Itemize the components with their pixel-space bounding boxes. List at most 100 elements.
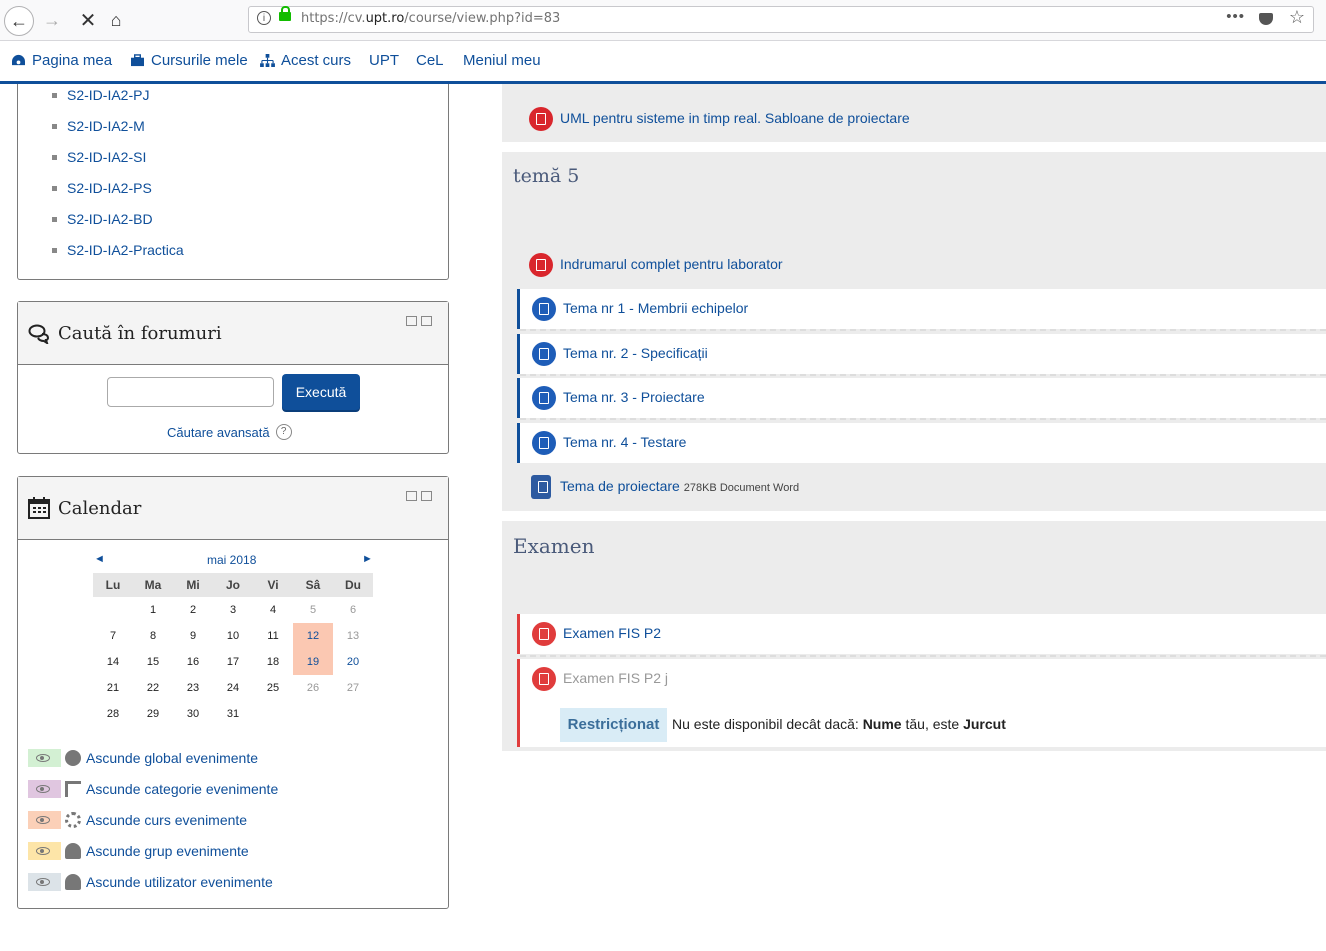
course-link[interactable]: S2-ID-IA2-BD — [52, 211, 153, 227]
activity-tema-proiectare[interactable]: Tema de proiectare 278KB Document Word — [517, 467, 1326, 507]
legend-group[interactable]: Ascunde grup evenimente — [28, 841, 249, 861]
advanced-search-link[interactable]: Căutare avansată ? — [167, 424, 292, 440]
weekday-header: Du — [333, 573, 373, 597]
legend-label[interactable]: Ascunde global evenimente — [86, 750, 258, 766]
activity-tema-1[interactable]: Tema nr 1 - Membrii echipelor — [517, 289, 1326, 329]
block-header: Calendar — [18, 477, 448, 540]
advanced-search-label: Căutare avansată — [167, 424, 270, 440]
category-tree-icon — [65, 781, 81, 797]
calendar-day-event[interactable]: 12 — [293, 623, 333, 649]
nav-acest-curs[interactable]: Acest curs — [260, 52, 351, 69]
calendar-day — [293, 701, 333, 727]
url-text[interactable]: https://cv.upt.ro/course/view.php?id=83 — [301, 11, 560, 26]
activity-name-restricted: Examen FIS P2 j — [563, 670, 669, 686]
legend-label[interactable]: Ascunde categorie evenimente — [86, 781, 278, 797]
course-link[interactable]: S2-ID-IA2-PS — [52, 180, 152, 196]
minimize-icon[interactable] — [406, 491, 417, 501]
activity-tema-4[interactable]: Tema nr. 4 - Testare — [517, 423, 1326, 463]
activity-uml[interactable]: UML pentru sisteme in timp real. Sabloan… — [517, 99, 1326, 139]
calendar-day: 25 — [266, 682, 280, 694]
next-month-arrow[interactable]: ► — [362, 553, 373, 565]
nav-pagina-mea[interactable]: Pagina mea — [11, 52, 112, 69]
activity-link[interactable]: Tema de proiectare 278KB Document Word — [560, 478, 799, 494]
legend-label[interactable]: Ascunde grup evenimente — [86, 843, 249, 859]
nav-label: Meniul meu — [463, 52, 541, 69]
activity-link[interactable]: Tema nr. 4 - Testare — [563, 434, 686, 450]
prev-month-arrow[interactable]: ◄ — [94, 553, 105, 565]
legend-label[interactable]: Ascunde curs evenimente — [86, 812, 247, 828]
eye-icon[interactable] — [28, 749, 61, 767]
forward-button[interactable]: → — [38, 6, 66, 34]
nav-label: CeL — [416, 52, 444, 69]
nav-meniul-meu[interactable]: Meniul meu — [463, 52, 541, 69]
activity-indrumar[interactable]: Indrumarul complet pentru laborator — [517, 245, 1326, 285]
calendar-day: 31 — [226, 708, 240, 720]
search-forums-block: Caută în forumuri Execută Căutare avansa… — [17, 301, 449, 454]
word-document-icon — [531, 475, 551, 499]
calendar-week-row: 28 29 30 31 — [93, 701, 373, 727]
calendar-day: 27 — [346, 682, 360, 694]
separator — [520, 418, 1326, 420]
calendar-day: 7 — [109, 630, 117, 642]
calendar-day: 1 — [149, 604, 157, 616]
assignment-icon — [532, 342, 556, 366]
activity-link[interactable]: Examen FIS P2 — [563, 625, 661, 641]
restricted-badge: Restricționat — [560, 708, 667, 742]
eye-icon[interactable] — [28, 873, 61, 891]
calendar-day: 10 — [226, 630, 240, 642]
page-actions-button[interactable]: ••• — [1226, 8, 1245, 25]
search-button[interactable]: Execută — [282, 374, 360, 410]
course-link[interactable]: S2-ID-IA2-Practica — [52, 242, 184, 258]
home-button[interactable]: ⌂ — [102, 6, 130, 34]
site-navbar: Pagina mea Cursurile mele Acest curs UPT… — [0, 41, 1326, 84]
calendar-weekday-row: Lu Ma Mi Jo Vi Sâ Du — [93, 573, 373, 597]
stop-button[interactable]: ✕ — [74, 6, 102, 34]
restriction-field: Nume — [862, 716, 902, 732]
activity-link[interactable]: Tema nr. 2 - Specificații — [563, 345, 708, 361]
calendar-day-today[interactable]: 20 — [333, 649, 373, 675]
eye-icon[interactable] — [28, 811, 61, 829]
quiz-icon — [532, 622, 556, 646]
pocket-icon[interactable] — [1259, 13, 1273, 25]
calendar-block: Calendar ◄ mai 2018 ► Lu Ma Mi Jo Vi Sâ … — [17, 476, 449, 909]
nav-cursurile-mele[interactable]: Cursurile mele — [130, 52, 248, 69]
course-link[interactable]: S2-ID-IA2-PJ — [51, 87, 149, 103]
minimize-icon[interactable] — [406, 316, 417, 326]
legend-category[interactable]: Ascunde categorie evenimente — [28, 779, 278, 799]
eye-icon[interactable] — [28, 780, 61, 798]
url-bar[interactable]: i https://cv.upt.ro/course/view.php?id=8… — [248, 6, 1314, 33]
search-input[interactable] — [107, 377, 274, 407]
legend-label[interactable]: Ascunde utilizator evenimente — [86, 874, 273, 890]
help-icon[interactable]: ? — [275, 424, 292, 440]
browser-toolbar: ← → ✕ ⌂ i https://cv.upt.ro/course/view.… — [0, 0, 1326, 41]
bookmark-star-icon[interactable]: ☆ — [1289, 7, 1305, 28]
dock-icon[interactable] — [421, 316, 432, 326]
calendar-day: 5 — [309, 604, 317, 616]
info-icon[interactable]: i — [257, 11, 271, 25]
course-link[interactable]: S2-ID-IA2-SI — [51, 149, 146, 165]
activity-tema-3[interactable]: Tema nr. 3 - Proiectare — [517, 378, 1326, 418]
activity-tema-2[interactable]: Tema nr. 2 - Specificații — [517, 334, 1326, 374]
legend-course[interactable]: Ascunde curs evenimente — [28, 810, 247, 830]
activity-link[interactable]: UML pentru sisteme in timp real. Sabloan… — [560, 110, 910, 126]
course-link[interactable]: S2-ID-IA2-M — [52, 118, 145, 134]
legend-global[interactable]: Ascunde global evenimente — [28, 748, 258, 768]
back-button[interactable]: ← — [4, 6, 34, 36]
activity-examen-fis-p2[interactable]: Examen FIS P2 — [517, 614, 1326, 654]
activity-link[interactable]: Indrumarul complet pentru laborator — [560, 256, 783, 272]
nav-cel[interactable]: CeL — [416, 52, 444, 69]
calendar-month-title[interactable]: mai 2018 — [207, 553, 256, 567]
calendar-icon — [28, 497, 50, 519]
calendar-day-event[interactable]: 19 — [293, 649, 333, 675]
calendar-day: 8 — [149, 630, 157, 642]
eye-icon[interactable] — [28, 842, 61, 860]
dock-icon[interactable] — [421, 491, 432, 501]
nav-label: Cursurile mele — [151, 52, 248, 69]
weekday-header: Lu — [93, 573, 133, 597]
legend-user[interactable]: Ascunde utilizator evenimente — [28, 872, 273, 892]
activity-link[interactable]: Tema nr 1 - Membrii echipelor — [563, 300, 748, 316]
nav-upt[interactable]: UPT — [369, 52, 399, 69]
activity-link[interactable]: Tema nr. 3 - Proiectare — [563, 389, 705, 405]
calendar-day: 28 — [106, 708, 120, 720]
close-icon: ✕ — [79, 9, 97, 32]
